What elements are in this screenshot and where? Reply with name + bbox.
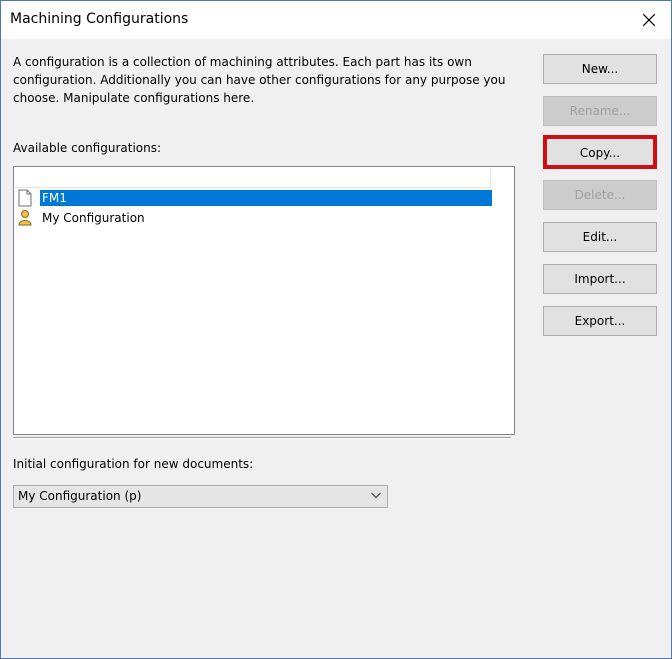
rename-button[interactable]: Rename... [543,96,657,126]
export-button[interactable]: Export... [543,306,657,336]
delete-button[interactable]: Delete... [543,180,657,210]
machining-configurations-dialog: Machining Configurations A configuration… [0,0,672,659]
list-item-label: My Configuration [42,211,145,225]
description-text: A configuration is a collection of machi… [13,55,506,105]
list-item-my-configuration[interactable]: My Configuration [15,208,505,228]
initial-configuration-select[interactable]: My Configuration (p) [13,485,388,508]
chevron-down-icon [371,492,381,499]
close-icon [643,14,655,26]
configurations-list[interactable]: FM1 My Configuration [13,166,515,435]
initial-configuration-value: My Configuration (p) [18,489,142,503]
user-icon [17,209,33,227]
edit-button[interactable]: Edit... [543,222,657,252]
initial-configuration-label: Initial configuration for new documents: [13,457,254,471]
list-header-separator [490,168,491,188]
title-bar: Machining Configurations [1,1,671,39]
list-item-label: FM1 [40,190,492,206]
divider [13,437,511,439]
close-button[interactable] [631,5,667,35]
new-button[interactable]: New... [543,54,657,84]
import-button[interactable]: Import... [543,264,657,294]
document-icon [17,189,33,207]
list-item-fm1[interactable]: FM1 [15,188,505,208]
dialog-title: Machining Configurations [10,11,189,27]
available-configurations-label: Available configurations: [13,141,162,155]
copy-button-highlight [543,135,657,169]
